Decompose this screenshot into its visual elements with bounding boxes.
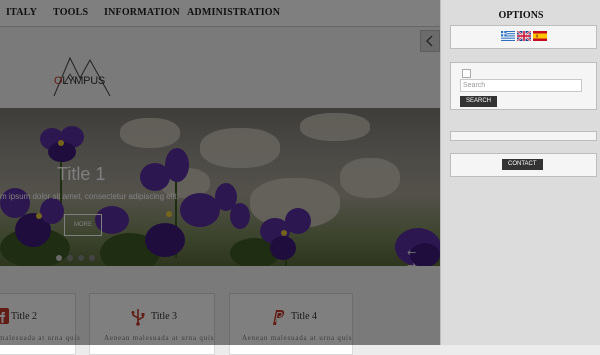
empty-widget xyxy=(450,131,597,141)
greek-flag-icon[interactable] xyxy=(501,31,515,41)
options-panel: OPTIONS Search SEARCH CONTACT xyxy=(440,0,600,345)
contact-widget: CONTACT xyxy=(450,153,597,177)
contact-button[interactable]: CONTACT xyxy=(502,159,543,170)
search-widget: Search SEARCH xyxy=(450,62,597,110)
search-input[interactable]: Search xyxy=(460,79,582,92)
page-dim-overlay[interactable] xyxy=(0,0,440,345)
search-button[interactable]: SEARCH xyxy=(460,96,498,107)
options-title: OPTIONS xyxy=(498,10,544,21)
spanish-flag-icon[interactable] xyxy=(533,31,547,41)
uk-flag-icon[interactable] xyxy=(517,31,531,41)
language-selector xyxy=(450,25,597,49)
broken-image-icon xyxy=(462,69,471,78)
